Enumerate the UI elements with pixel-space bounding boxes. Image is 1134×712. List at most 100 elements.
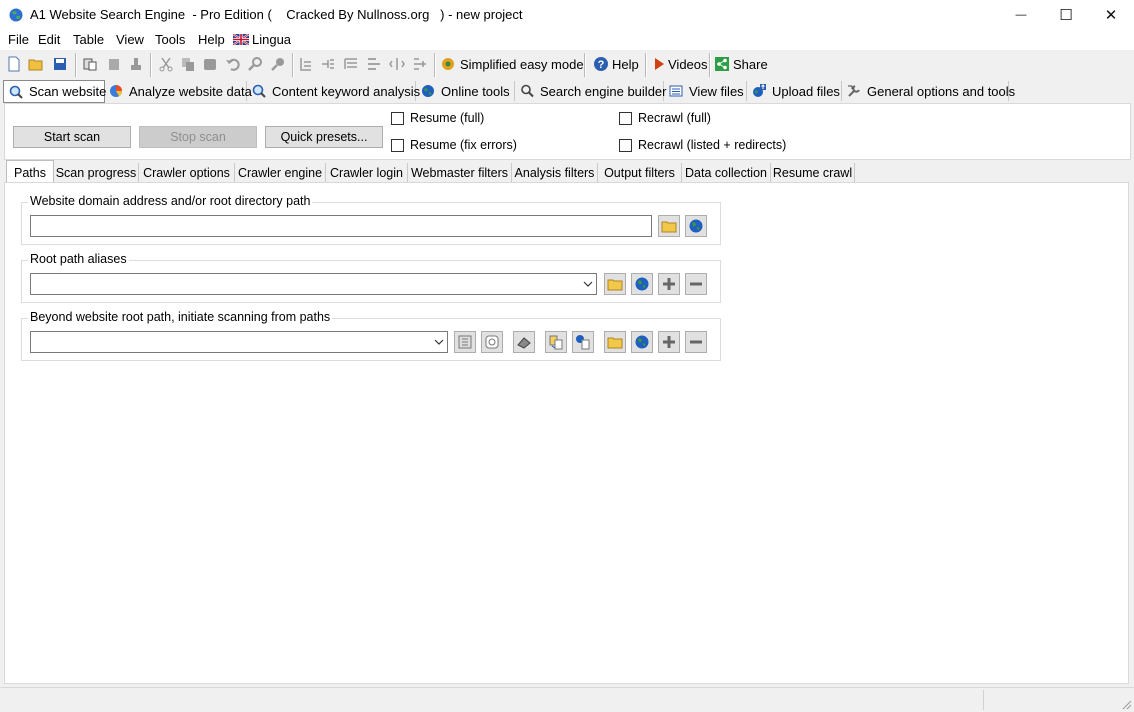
stamp-icon[interactable]	[128, 56, 144, 72]
root-aliases-combo[interactable]	[30, 273, 597, 295]
share-icon[interactable]	[714, 56, 730, 72]
checkbox-label: Resume (fix errors)	[410, 138, 517, 152]
tab-content-keyword-analysis[interactable]: Content keyword analysis	[247, 81, 420, 101]
cut-icon[interactable]	[158, 56, 174, 72]
stop-scan-button[interactable]: Stop scan	[139, 126, 257, 148]
menu-file[interactable]: File	[8, 32, 29, 47]
tab-crawler-engine[interactable]: Crawler engine	[235, 163, 326, 183]
beyond-root-combo[interactable]	[30, 331, 448, 353]
beyond-eraser-button[interactable]	[513, 331, 535, 353]
close-button[interactable]: ✕	[1088, 0, 1134, 30]
simplified-mode-button[interactable]: Simplified easy mode	[460, 57, 584, 72]
app-globe-icon	[9, 8, 23, 22]
simplified-mode-icon[interactable]	[440, 56, 456, 72]
tab-webmaster-filters[interactable]: Webmaster filters	[408, 163, 512, 183]
checkbox-box	[391, 111, 404, 125]
tab-analyze-website-data[interactable]: Analyze website data	[104, 81, 252, 101]
menu-lingua[interactable]: Lingua	[233, 32, 291, 47]
tree-collapse-icon[interactable]	[298, 56, 314, 72]
tab-scan-progress[interactable]: Scan progress	[54, 163, 139, 183]
videos-button[interactable]: Videos	[668, 57, 708, 72]
share-button[interactable]: Share	[733, 57, 768, 72]
checkbox-label: Resume (full)	[410, 111, 485, 125]
beyond-export-button[interactable]	[572, 331, 594, 353]
uk-flag-icon	[233, 34, 249, 45]
root-path-input[interactable]	[30, 215, 652, 237]
title-bar: A1 Website Search Engine - Pro Edition (…	[0, 0, 1134, 30]
tab-label: General options and tools	[867, 83, 1016, 99]
start-scan-button[interactable]: Start scan	[13, 126, 131, 148]
aliases-remove-button[interactable]	[685, 273, 707, 295]
browse-folder-button[interactable]	[658, 215, 680, 237]
beyond-add-button[interactable]	[658, 331, 680, 353]
maximize-button[interactable]: ☐	[1043, 0, 1089, 30]
tree-all-icon[interactable]	[343, 56, 359, 72]
tab-resume-crawl[interactable]: Resume crawl	[771, 163, 855, 183]
tab-paths[interactable]: Paths	[6, 160, 54, 184]
find-next-icon[interactable]	[270, 56, 286, 72]
resize-grip-icon[interactable]	[1120, 698, 1132, 710]
align-icon[interactable]	[366, 56, 382, 72]
browse-web-button[interactable]	[685, 215, 707, 237]
tab-label: View files	[689, 83, 744, 99]
tab-label: Scan website	[29, 84, 107, 99]
root-aliases-group: Root path aliases	[21, 252, 721, 303]
help-button[interactable]: Help	[612, 57, 639, 72]
aliases-browse-web-button[interactable]	[631, 273, 653, 295]
tab-upload-files[interactable]: Upload files	[747, 81, 842, 101]
copy-icon[interactable]	[180, 56, 196, 72]
resume-fix-errors-checkbox[interactable]: Resume (fix errors)	[391, 138, 517, 152]
play-icon[interactable]	[651, 56, 667, 72]
beyond-browse-folder-button[interactable]	[604, 331, 626, 353]
menu-table[interactable]: Table	[73, 32, 104, 47]
beyond-rss-button[interactable]	[481, 331, 503, 353]
aliases-browse-folder-button[interactable]	[604, 273, 626, 295]
beyond-browse-web-button[interactable]	[631, 331, 653, 353]
tab-scan-website[interactable]: Scan website	[3, 80, 107, 103]
menu-tools[interactable]: Tools	[155, 32, 185, 47]
expand-columns-icon[interactable]	[389, 56, 405, 72]
paste-icon[interactable]	[202, 56, 218, 72]
menu-view[interactable]: View	[116, 32, 144, 47]
svg-text:?: ?	[598, 59, 605, 71]
root-path-group: Website domain address and/or root direc…	[21, 194, 721, 245]
folder-icon	[607, 279, 623, 291]
find-icon[interactable]	[247, 56, 263, 72]
beyond-root-group: Beyond website root path, initiate scann…	[21, 310, 721, 361]
beyond-remove-button[interactable]	[685, 331, 707, 353]
resume-full-checkbox[interactable]: Resume (full)	[391, 111, 484, 125]
open-folder-icon[interactable]	[28, 56, 44, 72]
menu-edit[interactable]: Edit	[38, 32, 60, 47]
help-icon[interactable]: ?	[593, 56, 609, 72]
undo-icon[interactable]	[225, 56, 241, 72]
status-divider	[983, 690, 984, 710]
shrink-columns-icon[interactable]	[412, 56, 428, 72]
tab-analysis-filters[interactable]: Analysis filters	[512, 163, 598, 183]
recrawl-full-checkbox[interactable]: Recrawl (full)	[619, 111, 711, 125]
minimize-button[interactable]: —	[998, 0, 1044, 30]
menu-help[interactable]: Help	[198, 32, 225, 47]
save-icon[interactable]	[52, 56, 68, 72]
feed-icon	[485, 335, 499, 349]
new-file-icon[interactable]	[6, 56, 22, 72]
tab-label: Upload files	[772, 83, 840, 99]
beyond-sitemap-button[interactable]	[454, 331, 476, 353]
tree-expand-icon[interactable]	[320, 56, 336, 72]
aliases-add-button[interactable]	[658, 273, 680, 295]
aliases-label: Root path aliases	[28, 252, 129, 266]
tab-online-tools[interactable]: Online tools	[416, 81, 515, 101]
beyond-import-button[interactable]	[545, 331, 567, 353]
tab-output-filters[interactable]: Output filters	[598, 163, 682, 183]
recrawl-listed-checkbox[interactable]: Recrawl (listed + redirects)	[619, 138, 786, 152]
plus-icon	[663, 336, 675, 348]
tab-data-collection[interactable]: Data collection	[682, 163, 771, 183]
paste-cells-icon[interactable]	[106, 56, 122, 72]
tab-crawler-options[interactable]: Crawler options	[139, 163, 235, 183]
tab-view-files[interactable]: View files	[664, 81, 747, 101]
quick-presets-button[interactable]: Quick presets...	[265, 126, 383, 148]
tab-label: Search engine builder	[540, 83, 667, 99]
tab-general-options[interactable]: General options and tools	[842, 81, 1015, 101]
copy-cells-icon[interactable]	[82, 56, 98, 72]
tab-crawler-login[interactable]: Crawler login	[326, 163, 408, 183]
tab-search-engine-builder[interactable]: Search engine builder	[515, 81, 667, 101]
